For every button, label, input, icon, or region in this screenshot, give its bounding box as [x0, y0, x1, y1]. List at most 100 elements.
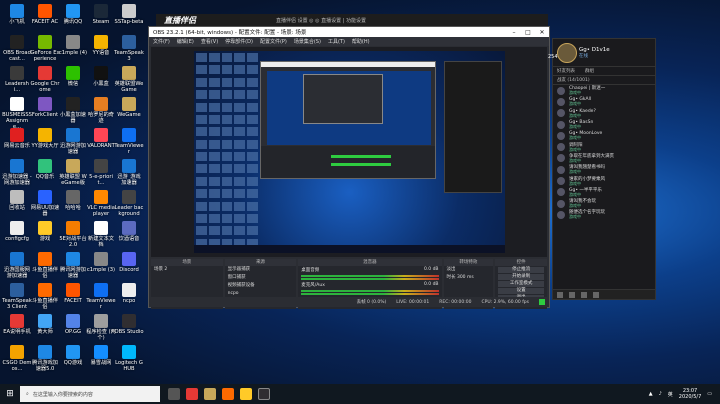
- task-view-icon[interactable]: [168, 388, 180, 400]
- desktop-icon[interactable]: 斗鱼直播伴侣: [30, 283, 60, 310]
- friend-group-header[interactable]: 战友 (14/1001): [553, 76, 655, 85]
- desktop-icon[interactable]: TeamSpeak 3: [114, 35, 144, 62]
- desktop-icon[interactable]: Discord: [114, 252, 144, 273]
- desktop-icon[interactable]: configcfg: [2, 221, 32, 242]
- notification-icon[interactable]: ▭: [707, 391, 712, 397]
- desktop-icon[interactable]: QQ游戏: [58, 345, 88, 366]
- source-item[interactable]: 窗口捕获: [225, 274, 297, 282]
- desktop-icon[interactable]: 回收站: [2, 190, 32, 211]
- menu-profile[interactable]: 配置文件(P): [260, 38, 287, 45]
- friend-item[interactable]: 请叫我翘楚看书吗 游戏中: [553, 164, 655, 175]
- mic-slider[interactable]: [301, 293, 439, 295]
- tab-friends[interactable]: 好友列表: [557, 68, 575, 74]
- avatar[interactable]: [557, 43, 577, 63]
- menu-help[interactable]: 帮助(H): [352, 38, 370, 45]
- folder-icon[interactable]: [240, 388, 252, 400]
- desktop-audio-slider[interactable]: [301, 278, 439, 280]
- source-item[interactable]: 视频捕获设备: [225, 282, 297, 290]
- friend-item[interactable]: 争取在年底拿到大满贯 游戏中: [553, 153, 655, 164]
- friend-item[interactable]: 调阿阳 游戏中: [553, 141, 655, 152]
- desktop-icon[interactable]: 网易云音乐: [2, 128, 32, 149]
- transition-select[interactable]: 淡出: [444, 266, 494, 274]
- friend-item[interactable]: 请叫我不会玩 游戏中: [553, 198, 655, 209]
- desktop-icon[interactable]: OP.GG: [58, 314, 88, 335]
- desktop-icon[interactable]: FACEIT AC: [30, 4, 60, 25]
- desktop-icon[interactable]: Logitech G HUB: [114, 345, 144, 372]
- desktop-icon[interactable]: TeamViewer: [114, 128, 144, 155]
- friend-item[interactable]: Gg• Kaede? 游戏中: [553, 108, 655, 119]
- user-status[interactable]: 在线: [579, 53, 610, 59]
- desktop-icon[interactable]: GeForce Experience: [30, 35, 60, 62]
- obs-icon[interactable]: [258, 388, 270, 400]
- desktop-icon[interactable]: 暴雪战网: [86, 345, 116, 366]
- desktop-icon[interactable]: 哈罗尼的奇迹: [86, 97, 116, 124]
- friend-item[interactable]: Gg• MoonLove 游戏中: [553, 130, 655, 141]
- maximize-button[interactable]: □: [521, 29, 535, 36]
- desktop-icon[interactable]: c1mple (3): [86, 252, 116, 273]
- friend-item[interactable]: Gg• BasSn 游戏中: [553, 119, 655, 130]
- desktop-icon[interactable]: 腾讯网游加速器: [58, 252, 88, 279]
- scene-item[interactable]: 场景 2: [151, 266, 223, 274]
- store-icon[interactable]: [581, 291, 587, 298]
- desktop-icon[interactable]: 网易UU加速器: [30, 190, 60, 217]
- start-button[interactable]: ⊞: [0, 384, 20, 404]
- friend-item[interactable]: 谁家的小梦要乘风 游戏中: [553, 175, 655, 186]
- desktop-icon[interactable]: Leadershi...: [2, 66, 32, 93]
- desktop-icon[interactable]: WeGame: [114, 97, 144, 118]
- settings-button[interactable]: 设置: [498, 288, 544, 294]
- desktop-icon[interactable]: 微信: [58, 66, 88, 87]
- volume-icon[interactable]: ♪: [659, 391, 662, 397]
- network-icon[interactable]: ▲: [649, 391, 653, 397]
- desktop-icon[interactable]: YY游戏大厅: [30, 128, 60, 149]
- desktop-icon[interactable]: BUSMEISSS Assignme...: [2, 97, 32, 130]
- transition-duration[interactable]: 时长 300 ms: [444, 274, 494, 282]
- friend-item[interactable]: 随便选个名字玩玩 游戏中: [553, 209, 655, 220]
- desktop-icon[interactable]: TeamViewer: [86, 283, 116, 310]
- menu-tools[interactable]: 工具(T): [328, 38, 345, 45]
- desktop-icon[interactable]: 哈哈哈: [58, 190, 88, 211]
- menu-file[interactable]: 文件(F): [153, 38, 170, 45]
- desktop-icon[interactable]: Google Chrome: [30, 66, 60, 93]
- desktop-icon[interactable]: c1mple (4): [58, 35, 88, 56]
- desktop-icon[interactable]: Leader background: [114, 190, 144, 217]
- menu-docks[interactable]: 停靠部件(D): [225, 38, 253, 45]
- desktop-icon[interactable]: TeamSpeak 3 Client: [2, 283, 32, 310]
- friend-item[interactable]: Gg• 一半平平乐 游戏中: [553, 187, 655, 198]
- chat-icon[interactable]: [557, 291, 563, 298]
- desktop-icon[interactable]: 迅游网游加速器: [58, 128, 88, 155]
- desktop-icon[interactable]: 5-e-priorit...: [86, 159, 116, 186]
- desktop-icon[interactable]: 小飞机: [2, 4, 32, 25]
- stop-streaming-button[interactable]: 停止推流: [498, 267, 544, 273]
- desktop-icon[interactable]: 腾讯QQ: [58, 4, 88, 25]
- desktop-icon[interactable]: 英雄联盟 WeGame版: [58, 159, 88, 186]
- studio-mode-button[interactable]: 工作室模式: [498, 281, 544, 287]
- desktop-icon[interactable]: 程序检查 (两个): [86, 314, 116, 341]
- friend-item[interactable]: Gg• GkAll 游戏中: [553, 96, 655, 107]
- desktop-icon[interactable]: 黄大师: [30, 314, 60, 335]
- chrome-icon[interactable]: [186, 388, 198, 400]
- desktop-icon[interactable]: ForkClient: [30, 97, 60, 118]
- desktop-icon[interactable]: YY语音: [86, 35, 116, 56]
- desktop-icon[interactable]: 迅游加速器 - 网游加速器: [2, 159, 32, 186]
- desktop-icon[interactable]: 饮酒语音: [114, 221, 144, 242]
- settings-icon[interactable]: [593, 291, 599, 298]
- desktop-icon[interactable]: 小黑盒加速器: [58, 97, 88, 124]
- desktop-icon[interactable]: ncpo: [114, 283, 144, 304]
- desktop-icon[interactable]: OBS Studio: [114, 314, 144, 335]
- desktop-icon[interactable]: 迅游国服网游加速器: [2, 252, 32, 279]
- mail-icon[interactable]: [569, 291, 575, 298]
- tab-groups[interactable]: 群组: [585, 68, 594, 74]
- desktop-icon[interactable]: VALORANT: [86, 128, 116, 149]
- source-item[interactable]: 显示器捕获: [225, 266, 297, 274]
- desktop-icon[interactable]: 5E对战平台 2.0: [58, 221, 88, 248]
- menu-view[interactable]: 查看(V): [201, 38, 218, 45]
- input-language[interactable]: 英: [668, 391, 673, 398]
- desktop-icon[interactable]: EA说明手机: [2, 314, 32, 335]
- desktop-icon[interactable]: 英雄联盟WeGame: [114, 66, 144, 93]
- close-button[interactable]: ✕: [535, 29, 549, 36]
- start-recording-button[interactable]: 开始录制: [498, 274, 544, 280]
- minimize-button[interactable]: –: [507, 29, 521, 36]
- douyu-icon[interactable]: [222, 388, 234, 400]
- desktop-icon[interactable]: OBS Broadcast...: [2, 35, 32, 62]
- desktop-icon[interactable]: CSGO Demos...: [2, 345, 32, 372]
